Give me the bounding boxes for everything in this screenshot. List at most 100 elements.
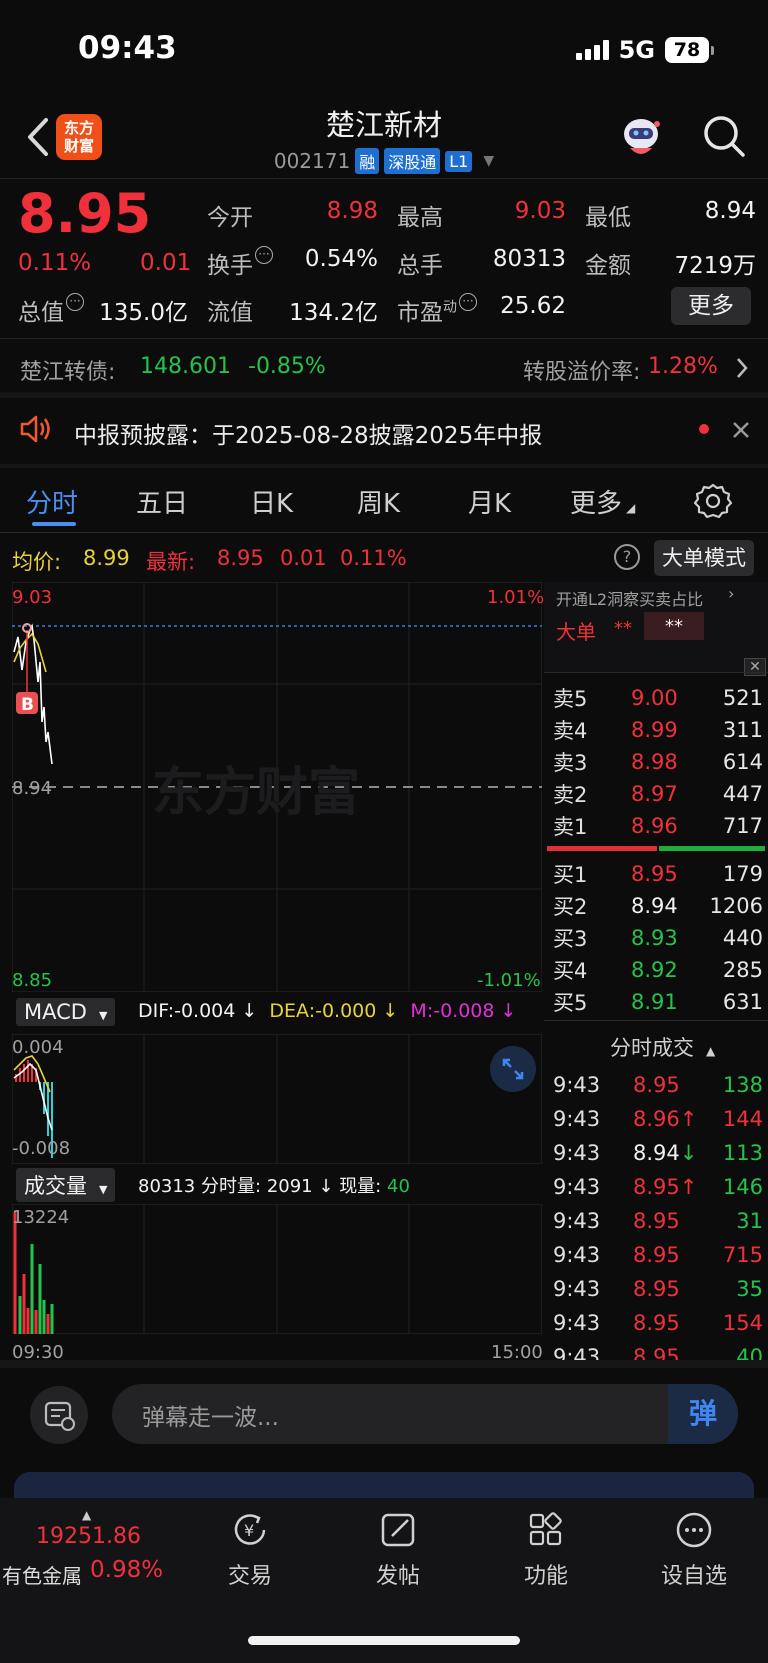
- ask-label: 卖5: [553, 687, 588, 711]
- index-value[interactable]: 19251.86: [36, 1524, 141, 1549]
- arrow-up-icon: ↑: [679, 1107, 698, 1131]
- trade-volume: 146: [722, 1175, 763, 1199]
- danmaku-icon: [44, 1401, 75, 1431]
- tab-weekly-k[interactable]: 周K: [357, 483, 400, 520]
- big-order-label: 大单: [556, 620, 596, 644]
- bond-label[interactable]: 楚江转债:: [20, 354, 115, 386]
- ask-price: 8.99: [631, 718, 678, 742]
- big-order-stars: **: [614, 618, 632, 639]
- volume-values: 80313 分时量: 2091 ↓ 现量: 40: [138, 1176, 410, 1197]
- y-bottom: 8.85: [12, 970, 53, 991]
- bid-row[interactable]: 买1 8.95 179: [553, 858, 763, 890]
- low-value: 8.94: [704, 198, 756, 224]
- more-button[interactable]: 更多: [671, 287, 751, 325]
- ask-label: 卖4: [553, 719, 588, 743]
- open-value: 8.98: [326, 198, 378, 224]
- bid-row[interactable]: 买5 8.91 631: [553, 986, 763, 1018]
- big-order-mode-button[interactable]: 大单模式: [654, 540, 754, 576]
- tab-intraday[interactable]: 分时: [26, 483, 78, 520]
- edit-icon: [381, 1513, 415, 1547]
- settings-icon[interactable]: [694, 482, 732, 520]
- grid-icon: [529, 1512, 562, 1546]
- trades-title[interactable]: 分时成交 ▲: [610, 1032, 715, 1062]
- expand-chart-button[interactable]: [490, 1046, 536, 1092]
- bid-row[interactable]: 买3 8.93 440: [553, 922, 763, 954]
- float-value: 134.2亿: [289, 300, 378, 326]
- last-price: 8.95: [18, 182, 152, 245]
- tab-monthly-k[interactable]: 月K: [468, 483, 511, 520]
- svg-text:B: B: [21, 695, 34, 715]
- bid-row[interactable]: 买4 8.92 285: [553, 954, 763, 986]
- info-icon: ···: [255, 246, 273, 264]
- arrow-down-icon: ↓: [679, 1141, 698, 1165]
- turnover-label[interactable]: 换手 ···: [207, 246, 273, 280]
- ask-row[interactable]: 卖3 8.98 614: [553, 746, 763, 778]
- trade-row: 9:43 8.95 138: [553, 1068, 763, 1102]
- change-amount: 0.01: [140, 250, 192, 276]
- tab-more[interactable]: 更多 ◢: [570, 483, 635, 520]
- arrow-up-icon: ↑: [679, 1175, 698, 1199]
- bond-price: 148.601: [140, 354, 231, 379]
- mktcap-label[interactable]: 总值 ···: [18, 293, 84, 327]
- nav-functions[interactable]: 功能: [496, 1510, 596, 1590]
- ask-row[interactable]: 卖1 8.96 717: [553, 810, 763, 842]
- yuan-refresh-icon: ¥: [234, 1514, 266, 1545]
- bid-volume: 631: [722, 990, 763, 1014]
- robot-assistant-icon[interactable]: [616, 112, 666, 162]
- latest-change: 0.01: [280, 546, 327, 570]
- home-indicator[interactable]: [248, 1636, 520, 1645]
- trade-volume: 138: [722, 1073, 763, 1097]
- trade-row: 9:43 8.95 154: [553, 1306, 763, 1340]
- volume-selector[interactable]: 成交量 ▼: [16, 1168, 116, 1202]
- trade-volume: 113: [722, 1141, 763, 1165]
- trade-price: 8.96↑: [633, 1107, 698, 1131]
- status-right: 5G 78: [575, 36, 714, 64]
- ask-label: 卖1: [553, 815, 588, 839]
- trade-row: 9:43 8.95 31: [553, 1204, 763, 1238]
- svg-text:¥: ¥: [244, 1521, 254, 1540]
- macd-selector[interactable]: MACD ▼: [16, 998, 116, 1026]
- level2-promo[interactable]: 开通L2洞察买卖占比: [556, 586, 703, 610]
- ask-row[interactable]: 卖2 8.97 447: [553, 778, 763, 810]
- battery-icon: 78: [665, 37, 709, 63]
- tag-connect: 深股通: [384, 148, 441, 174]
- intraday-chart[interactable]: 东方财富 B: [12, 582, 542, 992]
- ask-row[interactable]: 卖5 9.00 521: [553, 682, 763, 714]
- trade-time: 9:43: [553, 1073, 601, 1097]
- trade-volume: 715: [722, 1243, 763, 1267]
- volume-chart: [12, 1204, 542, 1334]
- search-icon[interactable]: [700, 112, 748, 160]
- nav-add-watchlist[interactable]: 设自选: [644, 1510, 744, 1590]
- index-name[interactable]: 有色金属: [2, 1560, 82, 1589]
- info-icon: ···: [459, 293, 477, 311]
- level2-panel[interactable]: 开通L2洞察买卖占比 › 大单 ** ** ✕: [544, 582, 768, 676]
- nav-post[interactable]: 发帖: [348, 1510, 448, 1590]
- close-icon[interactable]: ✕: [744, 658, 766, 676]
- ask-label: 卖3: [553, 751, 588, 775]
- buy-ratio-bar: [659, 846, 765, 851]
- trade-row: 9:43 8.95↑ 146: [553, 1170, 763, 1204]
- ask-label: 卖2: [553, 783, 588, 807]
- danmaku-send-button[interactable]: 弹: [668, 1384, 738, 1444]
- ask-row[interactable]: 卖4 8.99 311: [553, 714, 763, 746]
- tab-five-day[interactable]: 五日: [136, 483, 188, 520]
- bid-label: 买4: [553, 959, 588, 983]
- bid-row[interactable]: 买2 8.94 1206: [553, 890, 763, 922]
- trade-time: 9:43: [553, 1243, 601, 1267]
- y-top-pct: 1.01%: [487, 587, 545, 608]
- volume-label: 总手: [397, 253, 443, 279]
- bid-label: 买2: [553, 895, 588, 919]
- premium-label: 转股溢价率:: [523, 360, 641, 385]
- pe-label[interactable]: 市盈动 ···: [397, 293, 477, 327]
- help-icon[interactable]: ?: [614, 544, 640, 570]
- danmaku-toggle[interactable]: [30, 1386, 88, 1444]
- tab-daily-k[interactable]: 日K: [250, 483, 293, 520]
- nav-trade[interactable]: ¥ 交易: [200, 1510, 300, 1590]
- macd-chart: [12, 1034, 542, 1164]
- close-icon[interactable]: [731, 420, 751, 440]
- notice-text[interactable]: 中报预披露：于2025-08-28披露2025年中报: [74, 416, 542, 450]
- high-label: 最高: [397, 205, 443, 231]
- chevron-right-icon[interactable]: [734, 356, 750, 380]
- low-label: 最低: [585, 205, 631, 231]
- ask-price: 8.96: [631, 814, 678, 838]
